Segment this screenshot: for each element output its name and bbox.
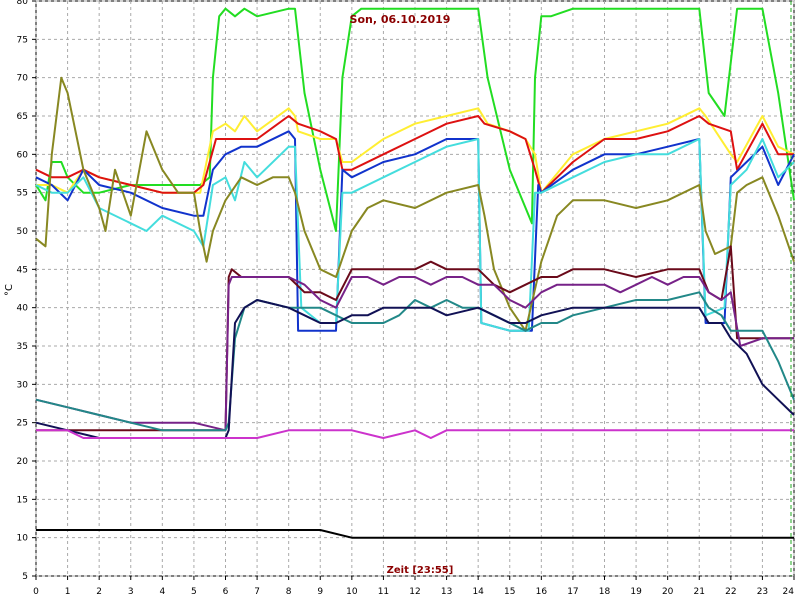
x-tick-label: 1	[65, 587, 71, 597]
y-tick-label: 30	[17, 380, 29, 390]
x-tick-label: 23	[757, 587, 768, 597]
x-tick-label: 6	[223, 587, 229, 597]
y-tick-label: 15	[17, 495, 28, 505]
chart-title: Son, 06.10.2019	[350, 13, 451, 26]
x-tick-label: 15	[504, 587, 515, 597]
y-tick-label: 10	[17, 534, 29, 544]
y-axis-label: °C	[4, 284, 15, 296]
x-tick-label: 18	[599, 587, 611, 597]
x-tick-label: 2	[96, 587, 102, 597]
x-tick-label: 22	[725, 587, 736, 597]
x-tick-label: 17	[567, 587, 578, 597]
y-tick-label: 25	[17, 419, 28, 429]
x-tick-label: 9	[317, 587, 323, 597]
x-tick-label: 8	[286, 587, 292, 597]
y-tick-label: 80	[17, 0, 29, 7]
y-tick-label: 50	[17, 227, 29, 237]
y-axis: 5 10 15 20 25 30 35 40 45 50 55 60 65 70 75 80	[17, 0, 36, 582]
x-tick-label: 24	[783, 587, 795, 597]
x-axis: 0 1 2 3 4 5 6 7 8 9 10 11 12 13 14 15 16 17 18 19 20 21 22 23 24	[33, 576, 795, 597]
x-tick-label: 21	[694, 587, 705, 597]
y-tick-label: 45	[17, 265, 28, 275]
y-tick-label: 55	[17, 189, 28, 199]
x-tick-label: 10	[346, 587, 358, 597]
x-tick-label: 16	[536, 587, 548, 597]
x-tick-label: 14	[472, 587, 484, 597]
x-tick-label: 12	[409, 587, 420, 597]
x-tick-label: 3	[128, 587, 134, 597]
y-tick-label: 5	[22, 572, 28, 582]
x-tick-label: 7	[254, 587, 260, 597]
x-tick-label: 19	[630, 587, 642, 597]
x-tick-label: 4	[159, 587, 165, 597]
x-tick-label: 13	[441, 587, 452, 597]
y-tick-label: 75	[17, 35, 28, 45]
y-tick-label: 20	[17, 457, 29, 467]
x-tick-label: 5	[191, 587, 197, 597]
x-tick-label: 0	[33, 587, 39, 597]
y-tick-label: 35	[17, 342, 28, 352]
x-tick-label: 20	[662, 587, 674, 597]
y-tick-label: 40	[17, 304, 29, 314]
y-tick-label: 70	[17, 74, 29, 84]
temperature-chart: 5101520253035404550556065707580 01234567…	[4, 0, 795, 597]
x-tick-label: 11	[378, 587, 389, 597]
y-tick-label: 65	[17, 112, 28, 122]
x-axis-label: Zeit [23:55]	[387, 565, 454, 576]
y-tick-label: 60	[17, 150, 29, 160]
